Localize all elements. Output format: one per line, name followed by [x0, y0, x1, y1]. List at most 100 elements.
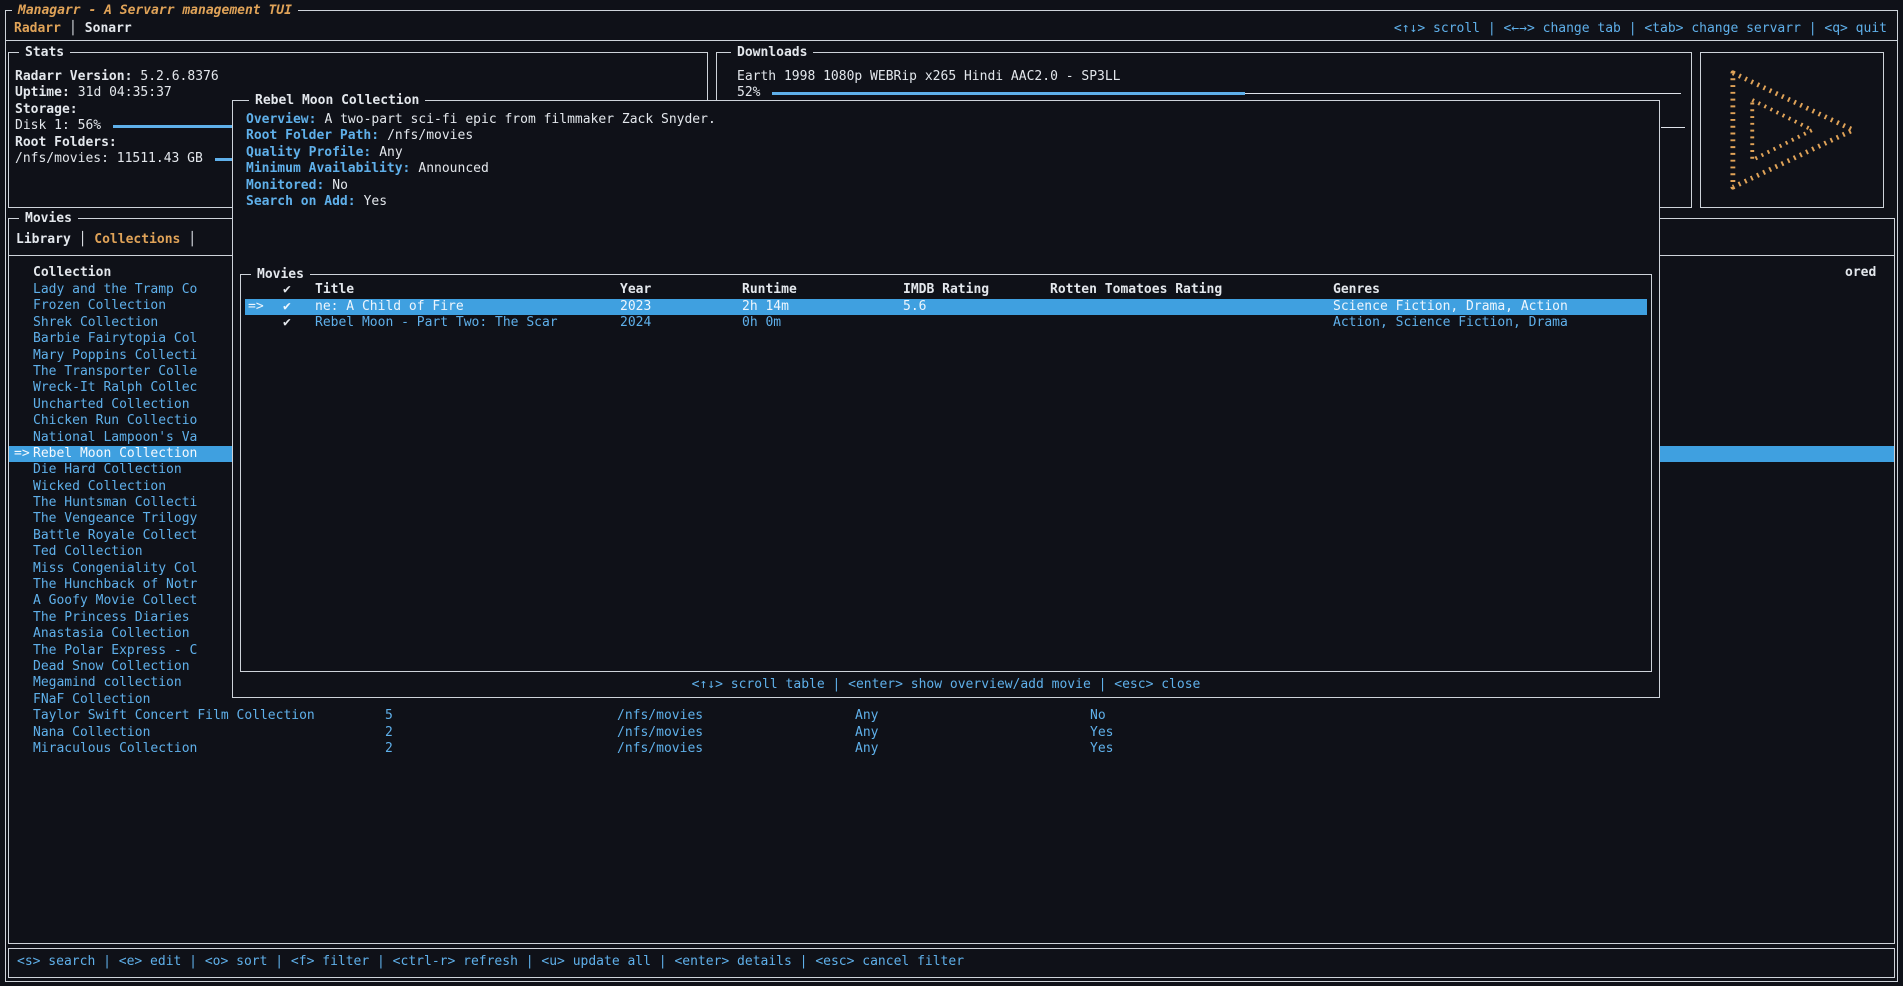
collection-monitored: No — [1090, 708, 1106, 724]
collection-row[interactable]: Nana Collection 2 /nfs/movies Any Yes — [9, 725, 1894, 741]
play-triangle-icon — [1717, 67, 1867, 193]
col-year: Year — [620, 282, 651, 298]
app-title: Managarr - A Servarr management TUI — [12, 2, 298, 19]
collection-name: Dead Snow Collection — [33, 659, 190, 675]
field-value: Yes — [364, 194, 387, 209]
collection-root-folder: /nfs/movies — [617, 708, 703, 724]
collection-name: Battle Royale Collect — [33, 528, 197, 544]
downloads-panel-title: Downloads — [731, 44, 813, 61]
collection-name: The Huntsman Collecti — [33, 495, 197, 511]
managarr-logo-icon — [1701, 53, 1883, 207]
field-value: A two-part sci-fi epic from filmmaker Za… — [324, 112, 715, 127]
tab-library[interactable]: Library — [16, 232, 71, 247]
col-title: Title — [315, 282, 354, 298]
collection-quality-profile: Any — [855, 741, 878, 757]
tab-sonarr[interactable]: Sonarr — [85, 21, 132, 36]
collection-name: FNaF Collection — [33, 692, 150, 708]
collection-monitored: Yes — [1090, 725, 1113, 741]
collection-name: Mary Poppins Collecti — [33, 348, 197, 364]
field-quality-profile: Quality Profile: Any — [246, 145, 403, 161]
tab-radarr[interactable]: Radarr — [14, 21, 61, 36]
movie-row[interactable]: ✔ Rebel Moon - Part Two: The Scar 2024 0… — [245, 315, 1647, 331]
uptime-line: Uptime: 31d 04:35:37 — [15, 85, 172, 101]
servarr-tabbar: Radarr│Sonarr <↑↓> scroll | <←→> change … — [14, 19, 1887, 37]
movie-imdb-rating: 5.6 — [903, 299, 926, 315]
collection-row[interactable]: Taylor Swift Concert Film Collection 5 /… — [9, 708, 1894, 724]
stats-panel-title: Stats — [19, 44, 70, 61]
field-search-on-add: Search on Add: Yes — [246, 194, 387, 210]
disk-usage-label: Disk 1: 56% — [15, 118, 101, 134]
field-value: No — [332, 178, 348, 193]
collection-monitored: Yes — [1090, 741, 1113, 757]
collection-movie-count: 2 — [385, 741, 393, 757]
col-monitored-check: ✔ — [283, 282, 291, 298]
collection-quality-profile: Any — [855, 725, 878, 741]
collection-name: The Polar Express - C — [33, 643, 197, 659]
collection-name: Taylor Swift Concert Film Collection — [33, 708, 315, 724]
collection-name: Barbie Fairytopia Col — [33, 331, 197, 347]
collection-root-folder: /nfs/movies — [617, 725, 703, 741]
collection-name: Shrek Collection — [33, 315, 158, 331]
popup-movies-table: Movies ✔ Title Year Runtime IMDB Rating … — [240, 274, 1652, 672]
col-imdb-rating: IMDB Rating — [903, 282, 989, 298]
field-label: Minimum Availability: — [246, 161, 410, 176]
storage-label: Storage: — [15, 102, 78, 118]
movies-panel-title: Movies — [19, 210, 78, 227]
movie-title: ne: A Child of Fire — [315, 299, 464, 315]
collection-name: Lady and the Tramp Co — [33, 282, 197, 298]
movie-year: 2024 — [620, 315, 651, 331]
collection-name: Chicken Run Collectio — [33, 413, 197, 429]
logo-panel — [1700, 52, 1884, 208]
collection-root-folder: /nfs/movies — [617, 741, 703, 757]
field-value: Any — [379, 145, 402, 160]
movie-runtime: 0h 0m — [742, 315, 781, 331]
collection-name: The Vengeance Trilogy — [33, 511, 197, 527]
monitored-check-icon: ✔ — [283, 299, 291, 315]
collection-name: The Hunchback of Notr — [33, 577, 197, 593]
collection-name: Frozen Collection — [33, 298, 166, 314]
collection-movie-count: 2 — [385, 725, 393, 741]
monitored-column-header-fragment: ored — [1845, 265, 1876, 281]
field-monitored: Monitored: No — [246, 178, 348, 194]
tab-separator: │ — [71, 232, 94, 247]
col-genres: Genres — [1333, 282, 1380, 298]
field-label: Monitored: — [246, 178, 324, 193]
movies-table-rows: => ✔ ne: A Child of Fire 2023 2h 14m 5.6… — [241, 299, 1651, 332]
field-overview: Overview:A two-part sci-fi epic from fil… — [246, 112, 716, 128]
bottom-hints-bar: <s> search | <e> edit | <o> sort | <f> f… — [8, 948, 1895, 978]
download-item-title: Earth 1998 1080p WEBRip x265 Hindi AAC2.… — [737, 69, 1121, 85]
collection-name: Megamind collection — [33, 675, 182, 691]
gauge-track — [1245, 93, 1681, 94]
uptime-value: 31d 04:35:37 — [78, 85, 172, 100]
movie-year: 2023 — [620, 299, 651, 315]
collection-name: Wicked Collection — [33, 479, 166, 495]
tab-separator: │ — [69, 21, 77, 36]
tab-collections[interactable]: Collections — [94, 232, 180, 247]
movies-table-header: ✔ Title Year Runtime IMDB Rating Rotten … — [241, 282, 1651, 298]
collection-movie-count: 5 — [385, 708, 393, 724]
tab-separator: │ — [180, 232, 196, 247]
collection-name: Uncharted Collection — [33, 397, 190, 413]
collection-name: National Lampoon's Va — [33, 430, 197, 446]
popup-movies-table-title: Movies — [251, 266, 310, 283]
movie-row[interactable]: => ✔ ne: A Child of Fire 2023 2h 14m 5.6… — [245, 299, 1647, 315]
row-selection-marker: => — [14, 446, 30, 462]
collection-name: A Goofy Movie Collect — [33, 593, 197, 609]
field-label: Root Folder Path: — [246, 128, 379, 143]
field-value: /nfs/movies — [387, 128, 473, 143]
popup-keybind-hints: <↑↓> scroll table | <enter> show overvie… — [233, 677, 1659, 693]
second-download-gauge-sliver — [1661, 127, 1685, 128]
collection-quality-profile: Any — [855, 708, 878, 724]
field-label: Search on Add: — [246, 194, 356, 209]
uptime-label: Uptime: — [15, 85, 70, 100]
version-value: 5.2.6.8376 — [140, 69, 218, 84]
gauge-fill — [772, 92, 1244, 95]
radarr-version-line: Radarr Version:5.2.6.8376 — [15, 69, 219, 85]
movies-tabbar: Library │ Collections │ — [16, 232, 196, 248]
field-label: Quality Profile: — [246, 145, 371, 160]
collection-row[interactable]: Miraculous Collection 2 /nfs/movies Any … — [9, 741, 1894, 757]
collection-name: Wreck-It Ralph Collec — [33, 380, 197, 396]
collection-name: Ted Collection — [33, 544, 143, 560]
tabbar-divider — [5, 40, 1898, 41]
collection-name: Miraculous Collection — [33, 741, 197, 757]
